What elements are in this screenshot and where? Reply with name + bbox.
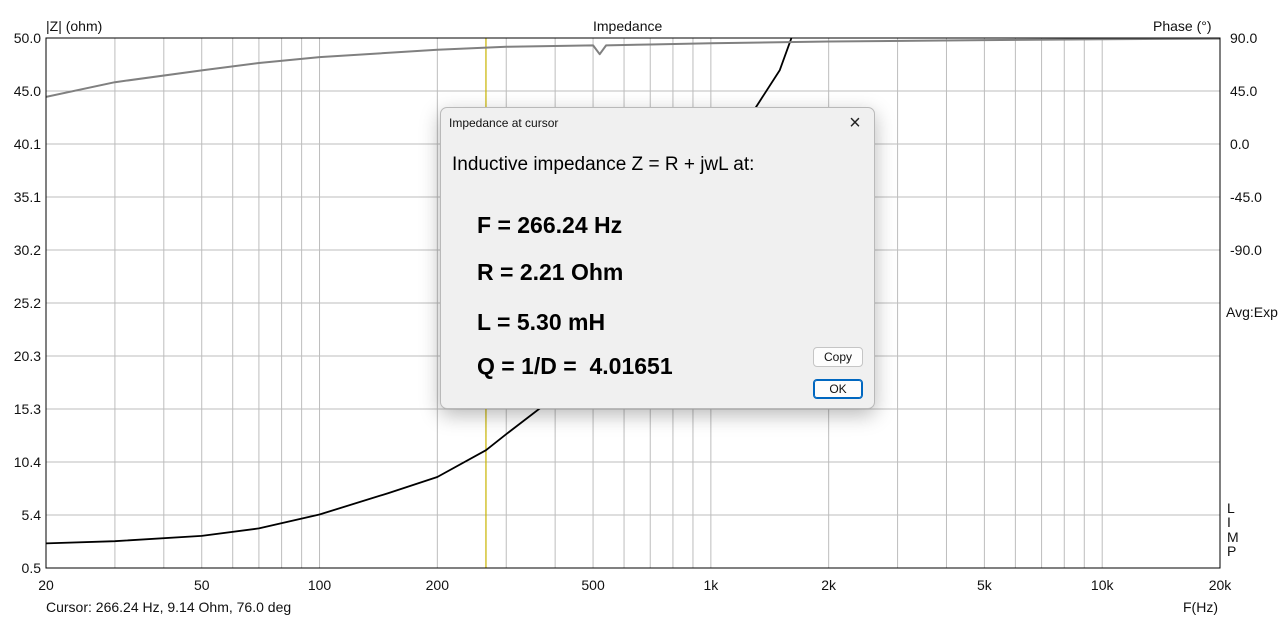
frequency-value: F = 266.24 Hz <box>477 212 623 238</box>
x-axis-label: F(Hz) <box>1183 599 1218 615</box>
limp-label-l: L <box>1227 500 1235 516</box>
right-tick-label: 0.0 <box>1230 136 1250 152</box>
limp-label-m: M <box>1227 529 1239 545</box>
dialog-title: Impedance at cursor <box>449 116 559 130</box>
q-factor-value: Q = 1/D = 4.01651 <box>477 353 673 379</box>
avg-label: Avg:Exp <box>1226 304 1278 320</box>
close-icon[interactable]: × <box>842 112 868 134</box>
impedance-dialog: Impedance at cursor × Inductive impedanc… <box>440 107 875 409</box>
left-tick-label: 25.2 <box>14 295 41 311</box>
x-tick-label: 10k <box>1091 577 1115 593</box>
right-tick-label: -90.0 <box>1230 242 1262 258</box>
x-tick-label: 100 <box>308 577 332 593</box>
right-axis-label: Phase (°) <box>1153 18 1212 34</box>
chart-title: Impedance <box>593 18 663 34</box>
x-tick-label: 5k <box>977 577 993 593</box>
left-tick-label: 45.0 <box>14 83 41 99</box>
x-tick-label: 2k <box>821 577 837 593</box>
right-tick-label: 45.0 <box>1230 83 1257 99</box>
left-tick-label: 0.5 <box>22 560 42 576</box>
right-tick-label: -45.0 <box>1230 189 1262 205</box>
left-tick-label: 40.1 <box>14 136 41 152</box>
phase-curve <box>46 38 1220 98</box>
limp-label-p: P <box>1227 543 1237 559</box>
left-tick-label: 20.3 <box>14 348 41 364</box>
left-tick-label: 35.1 <box>14 189 41 205</box>
right-tick-label: 90.0 <box>1230 30 1257 46</box>
ok-button[interactable]: OK <box>813 379 863 399</box>
x-tick-label: 20 <box>38 577 54 593</box>
left-tick-label: 50.0 <box>14 30 41 46</box>
x-tick-label: 1k <box>703 577 719 593</box>
left-tick-label: 30.2 <box>14 242 41 258</box>
resistance-value: R = 2.21 Ohm <box>477 259 624 285</box>
copy-button[interactable]: Copy <box>813 347 863 367</box>
limp-label-i: I <box>1227 514 1231 530</box>
x-tick-label: 500 <box>581 577 605 593</box>
left-tick-label: 15.3 <box>14 401 41 417</box>
dialog-heading: Inductive impedance Z = R + jwL at: <box>452 154 755 175</box>
left-axis-label: |Z| (ohm) <box>46 18 103 34</box>
x-tick-label: 200 <box>426 577 450 593</box>
x-tick-label: 50 <box>194 577 210 593</box>
left-tick-label: 5.4 <box>22 507 42 523</box>
inductance-value: L = 5.30 mH <box>477 309 606 335</box>
left-tick-label: 10.4 <box>14 454 41 470</box>
cursor-readout: Cursor: 266.24 Hz, 9.14 Ohm, 76.0 deg <box>46 599 292 615</box>
x-tick-label: 20k <box>1209 577 1233 593</box>
